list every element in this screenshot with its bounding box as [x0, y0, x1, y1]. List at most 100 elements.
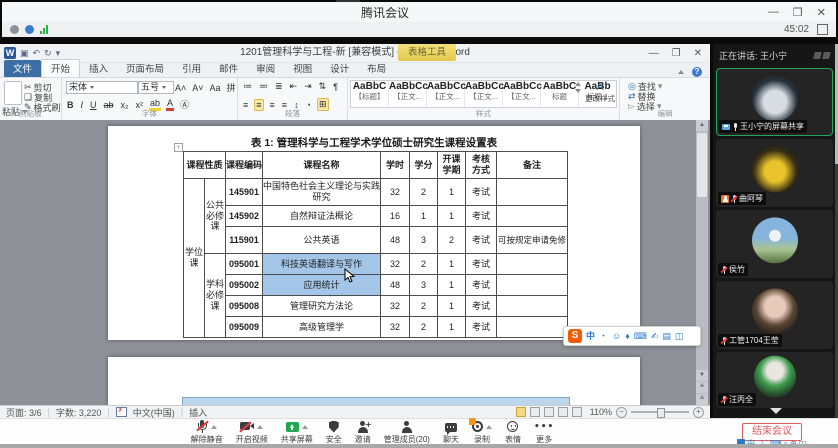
video-tile[interactable]: 工管1704王莹 [716, 281, 833, 349]
font-size-combo[interactable]: 五号 [138, 81, 174, 94]
minimize-icon[interactable]: — [768, 6, 779, 19]
decrease-indent-icon[interactable]: ⇤ [289, 81, 299, 92]
ime-emoji-icon[interactable]: ☺ [612, 327, 621, 345]
tab-view[interactable]: 视图 [284, 60, 321, 77]
styles-scroll-down-icon[interactable] [575, 89, 581, 93]
ime-toolbar[interactable]: S 中 ・ ☺ ♦ ⌨ ✍ ▤ ◫ [563, 326, 701, 346]
minimize-ribbon-icon[interactable] [678, 70, 684, 74]
scroll-up-icon[interactable]: ▲ [696, 120, 708, 131]
scrollbar-thumb[interactable] [697, 133, 707, 197]
bullets-icon[interactable]: ≔ [242, 81, 253, 92]
phonetic-guide-icon[interactable]: 拼 [226, 81, 237, 94]
zoom-level[interactable]: 110% [590, 407, 612, 417]
meeting-info-icon[interactable] [10, 25, 19, 34]
record-options-icon[interactable] [486, 425, 492, 429]
zoom-slider[interactable] [631, 411, 689, 413]
ime-toolbox-icon[interactable]: ◫ [675, 327, 684, 345]
ime-chinese-mode-icon[interactable]: 中 [586, 327, 595, 345]
word-close-icon[interactable]: ✕ [694, 48, 702, 59]
status-page[interactable]: 页面: 3/6 [6, 406, 42, 419]
numbering-icon[interactable]: ≕ [258, 81, 269, 92]
increase-indent-icon[interactable]: ⇥ [303, 81, 313, 92]
tab-page-layout[interactable]: 页面布局 [117, 60, 173, 77]
video-tile-screen-share[interactable]: 王小宁的屏幕共享 [716, 68, 833, 136]
help-icon[interactable]: ? [692, 67, 702, 77]
chat-button[interactable]: 聊天 [443, 420, 459, 445]
ime-punctuation-icon[interactable]: ・ [599, 327, 608, 345]
record-button[interactable]: 录制 [472, 420, 492, 445]
status-insert-mode[interactable]: 插入 [189, 406, 207, 419]
font-name-combo[interactable]: 宋体 [66, 81, 138, 94]
close-icon[interactable]: ✕ [817, 6, 826, 19]
word-minimize-icon[interactable]: — [649, 48, 659, 59]
tab-review[interactable]: 审阅 [247, 60, 284, 77]
paste-icon[interactable] [4, 81, 22, 105]
table-tools-context-tab[interactable]: 表格工具 [398, 44, 456, 61]
start-video-button[interactable]: 开启视频 [236, 420, 268, 445]
video-tile[interactable]: 侯竹 [716, 210, 833, 278]
grow-font-icon[interactable]: A˄ [174, 83, 187, 93]
save-icon[interactable]: ▣ [20, 48, 29, 59]
video-options-icon[interactable] [257, 425, 263, 429]
table-move-handle-icon[interactable]: + [174, 143, 183, 152]
tab-insert[interactable]: 插入 [80, 60, 117, 77]
draft-view-icon[interactable] [572, 407, 582, 417]
outline-view-icon[interactable] [558, 407, 568, 417]
sort-icon[interactable]: ⇅ [318, 81, 328, 92]
more-button[interactable]: ••• 更多 [534, 420, 554, 445]
style-chip[interactable]: AaBbCc【正文... [427, 81, 465, 107]
zoom-in-icon[interactable]: + [693, 407, 704, 418]
document-scrollbar[interactable]: ▲ ▼ ≙ ≚ [696, 120, 708, 405]
print-layout-view-icon[interactable] [516, 407, 526, 417]
scroll-down-icon[interactable]: ▼ [696, 370, 708, 381]
qat-dropdown-icon[interactable]: ▾ [56, 48, 61, 59]
maximize-icon[interactable]: ❐ [793, 6, 803, 19]
status-language[interactable]: 中文(中国) [133, 406, 175, 419]
change-case-icon[interactable]: Aa [209, 83, 222, 93]
tab-references[interactable]: 引用 [173, 60, 210, 77]
mic-options-icon[interactable] [211, 425, 217, 429]
styles-scroll-up-icon[interactable] [575, 82, 581, 86]
collapse-sidebar-icon[interactable] [770, 408, 782, 414]
undo-icon[interactable]: ↶ [33, 48, 41, 59]
style-chip[interactable]: AaBbCc【正文... [465, 81, 503, 107]
previous-page-icon[interactable]: ≙ [696, 382, 708, 393]
fullscreen-reading-view-icon[interactable] [530, 407, 540, 417]
manage-members-button[interactable]: 管理成员(20) [384, 420, 430, 445]
ime-keyboard-icon[interactable]: ⌨ [634, 327, 647, 345]
ime-handwriting-icon[interactable]: ✍ [651, 327, 659, 345]
document-area[interactable]: 表 1: 管理科学与工程学术学位硕士研究生课程设置表 + 课程性质 课程编码 课… [0, 120, 710, 405]
tab-layout[interactable]: 布局 [358, 60, 395, 77]
change-styles-button[interactable]: 更改样式 [583, 93, 617, 104]
zoom-slider-thumb[interactable] [657, 408, 665, 418]
fullscreen-icon[interactable] [817, 24, 828, 35]
audio-device-icon[interactable] [25, 25, 34, 34]
ime-skin-icon[interactable]: ▤ [662, 327, 671, 345]
emoji-button[interactable]: 表情 [505, 420, 521, 445]
next-page-icon[interactable]: ≚ [696, 394, 708, 405]
invite-button[interactable]: + 邀请 [355, 420, 371, 445]
word-logo-icon[interactable]: W [4, 47, 16, 59]
style-chip[interactable]: AaBbCc【正文... [389, 81, 427, 107]
ime-voice-icon[interactable]: ♦ [625, 327, 630, 345]
tab-mailings[interactable]: 邮件 [210, 60, 247, 77]
tab-file[interactable]: 文件 [4, 60, 41, 77]
tab-design[interactable]: 设计 [321, 60, 358, 77]
show-marks-icon[interactable]: ¶ [332, 82, 339, 92]
share-screen-button[interactable]: 共享屏幕 [281, 420, 313, 445]
sogou-logo-icon[interactable]: S [568, 329, 582, 343]
redo-icon[interactable]: ↻ [44, 48, 52, 59]
multilevel-list-icon[interactable]: ≣ [274, 81, 284, 92]
status-word-count[interactable]: 字数: 3,220 [56, 406, 102, 419]
style-chip[interactable]: AaBbCc【正文... [503, 81, 541, 107]
zoom-out-icon[interactable]: − [616, 407, 627, 418]
shrink-font-icon[interactable]: A˅ [191, 83, 204, 93]
tab-home[interactable]: 开始 [41, 59, 80, 77]
web-layout-view-icon[interactable] [544, 407, 554, 417]
security-button[interactable]: 安全 [326, 420, 342, 445]
word-restore-icon[interactable]: ❐ [672, 48, 681, 59]
video-tile[interactable]: 曲阿琴 [716, 139, 833, 207]
share-options-icon[interactable] [302, 425, 308, 429]
style-chip[interactable]: AaBbC【标题】 [351, 81, 389, 107]
style-chip[interactable]: AaBbC标题 [541, 81, 579, 107]
